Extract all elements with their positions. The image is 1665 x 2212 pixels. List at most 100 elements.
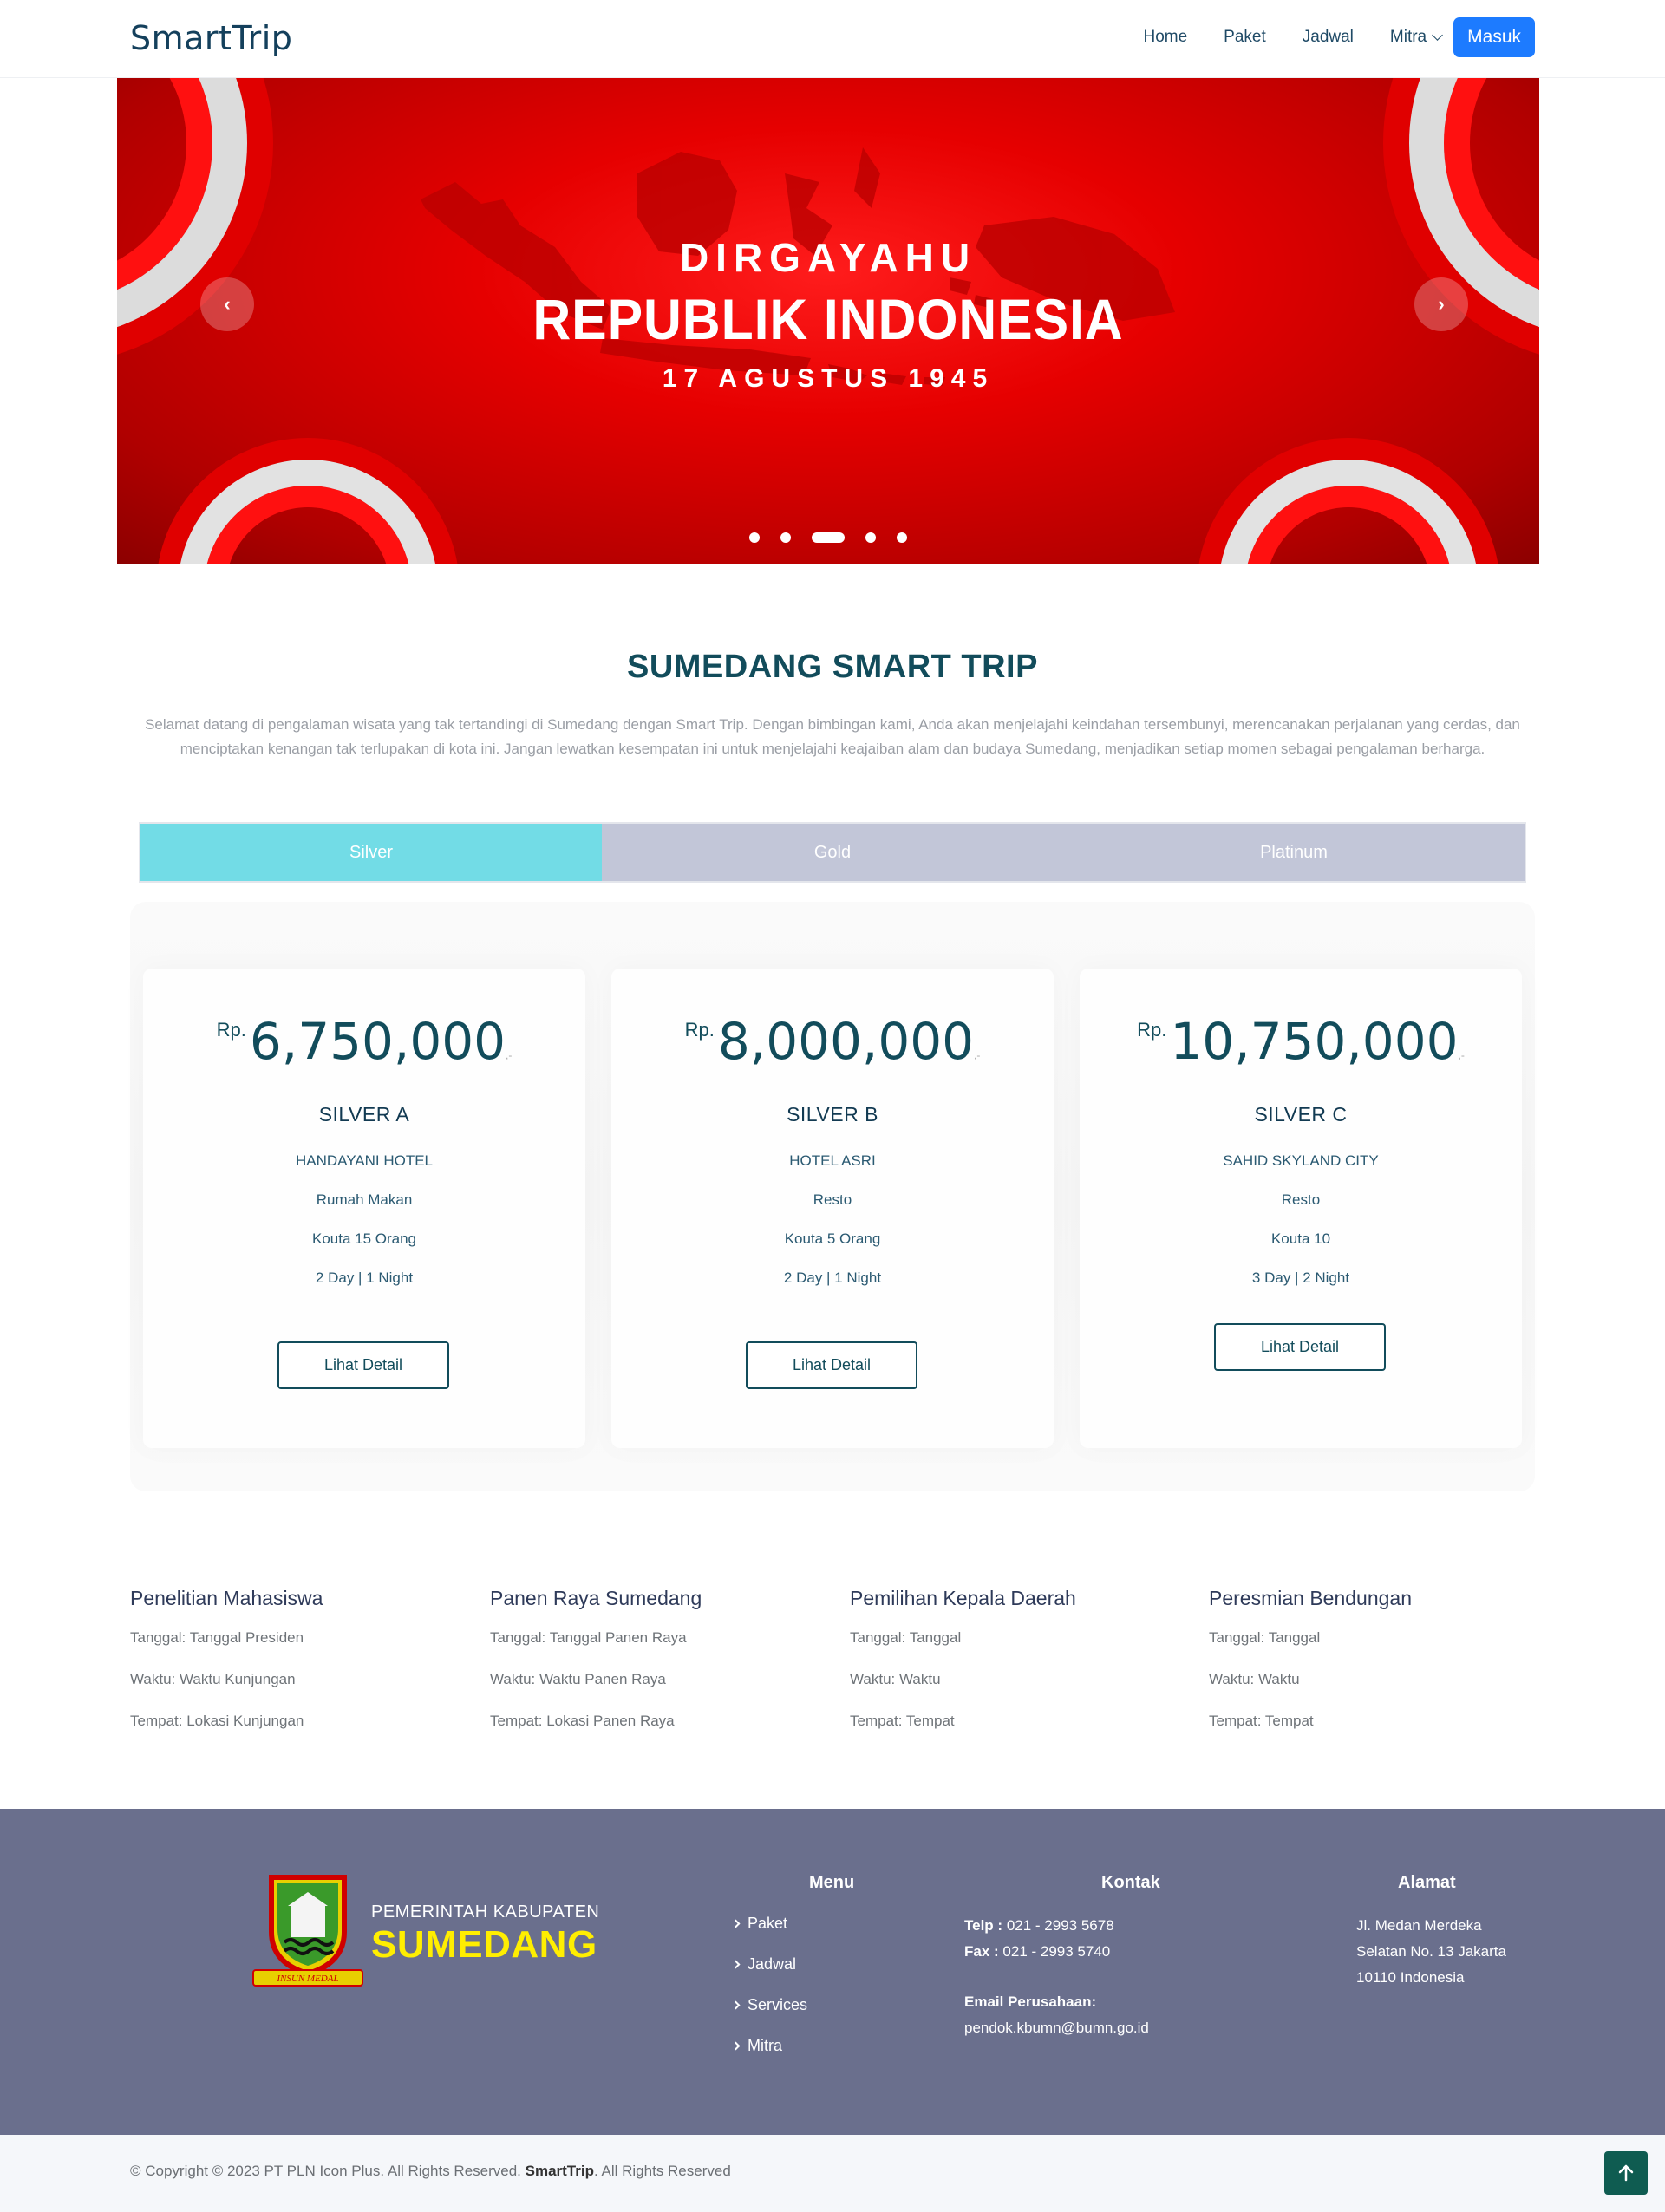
chevron-right-icon xyxy=(731,1919,741,1928)
package-duration: 3 Day | 2 Night xyxy=(1251,1269,1350,1286)
copyright-text: © Copyright © 2023 PT PLN Icon Plus. All… xyxy=(130,2163,731,2180)
footer-link-label: Jadwal xyxy=(748,1955,797,1973)
email-label: Email Perusahaan: xyxy=(964,1993,1097,2010)
package-hotel: SAHID SKYLAND CITY xyxy=(1223,1152,1379,1169)
nav-home[interactable]: Home xyxy=(1143,28,1187,47)
copyright-suffix: . All Rights Reserved xyxy=(593,2163,731,2179)
package-hotel: HANDAYANI HOTEL xyxy=(295,1152,434,1169)
footer-menu-title: Menu xyxy=(809,1873,855,1892)
footer-address: Jl. Medan Merdeka Selatan No. 13 Jakarta… xyxy=(1356,1913,1506,1991)
price-suffix: ,- xyxy=(974,1049,981,1061)
footer-brand-line-2: SUMEDANG xyxy=(371,1923,597,1966)
hero-line-1: DIRGAYAHU xyxy=(679,235,977,280)
arrow-up-icon xyxy=(1618,2164,1634,2182)
package-card-silver-b: Rp.8,000,000,- SILVER B HOTEL ASRI Resto… xyxy=(611,969,1054,1448)
hero-carousel: DIRGAYAHU REPUBLIK INDONESIA 17 AGUSTUS … xyxy=(117,78,1539,564)
section-title: SUMEDANG SMART TRIP xyxy=(627,649,1038,685)
detail-button[interactable]: Lihat Detail xyxy=(278,1341,449,1389)
package-price: Rp.8,000,000,- xyxy=(611,1012,1054,1071)
schedule-title: Peresmian Bendungan xyxy=(1209,1587,1412,1609)
price-currency: Rp. xyxy=(216,1019,246,1041)
nav-mitra-label: Mitra xyxy=(1389,28,1427,46)
footer-link-label: Mitra xyxy=(748,2037,782,2054)
schedule-place: Tempat: Tempat xyxy=(1209,1713,1314,1729)
schedule-time: Waktu: Waktu xyxy=(1209,1671,1300,1687)
section-description: Selamat datang di pengalaman wisata yang… xyxy=(145,716,1520,757)
chevron-down-icon xyxy=(1432,29,1444,41)
footer-contact-block: Telp : 021 - 2993 5678 Fax : 021 - 2993 … xyxy=(964,1913,1149,2041)
address-line-2: Selatan No. 13 Jakarta xyxy=(1356,1943,1506,1960)
phone-label: Telp : xyxy=(964,1917,1003,1934)
detail-button[interactable]: Lihat Detail xyxy=(746,1341,917,1389)
chevron-right-icon xyxy=(731,2041,741,2051)
footer-link-services[interactable]: Services xyxy=(731,1996,807,2014)
copyright-prefix: © Copyright © 2023 PT PLN Icon Plus. All… xyxy=(130,2163,521,2179)
fax-label: Fax : xyxy=(964,1943,999,1960)
package-card-silver-a: Rp.6,750,000,- SILVER A HANDAYANI HOTEL … xyxy=(143,969,585,1448)
price-amount: 8,000,000 xyxy=(717,1012,975,1071)
footer-link-paket[interactable]: Paket xyxy=(731,1915,788,1933)
carousel-indicators xyxy=(117,532,1539,543)
carousel-next-button[interactable]: › xyxy=(1414,277,1468,331)
address-line-3: 10110 Indonesia xyxy=(1356,1969,1465,1986)
carousel-prev-button[interactable]: ‹ xyxy=(200,277,254,331)
schedule-place: Tempat: Tempat xyxy=(850,1713,955,1729)
chevron-left-icon: ‹ xyxy=(224,293,231,315)
site-footer: INSUN MEDAL PEMERINTAH KABUPATEN SUMEDAN… xyxy=(0,1809,1665,2135)
package-name: SILVER A xyxy=(318,1103,410,1126)
price-currency: Rp. xyxy=(1137,1019,1167,1041)
schedule-item: Panen Raya Sumedang Tanggal: Tanggal Pan… xyxy=(490,1587,837,1754)
carousel-dot[interactable] xyxy=(865,532,876,543)
price-amount: 6,750,000 xyxy=(249,1012,506,1071)
schedule-time: Waktu: Waktu Panen Raya xyxy=(490,1671,666,1687)
schedule-item: Peresmian Bendungan Tanggal: Tanggal Wak… xyxy=(1209,1587,1556,1754)
nav-jadwal[interactable]: Jadwal xyxy=(1303,28,1354,47)
emblem-motto: INSUN MEDAL xyxy=(276,1974,338,1984)
nav-mitra-dropdown[interactable]: Mitra xyxy=(1389,28,1444,47)
schedule-item: Penelitian Mahasiswa Tanggal: Tanggal Pr… xyxy=(130,1587,477,1754)
schedule-time: Waktu: Waktu xyxy=(850,1671,941,1687)
phone-number[interactable]: 021 - 2993 5678 xyxy=(1007,1917,1114,1934)
schedule-place: Tempat: Lokasi Panen Raya xyxy=(490,1713,675,1729)
carousel-dot[interactable] xyxy=(749,532,760,543)
hero-line-2: REPUBLIK INDONESIA xyxy=(532,287,1124,351)
carousel-dot[interactable] xyxy=(780,532,791,543)
carousel-dot-active[interactable] xyxy=(812,532,845,543)
schedule-date: Tanggal: Tanggal Panen Raya xyxy=(490,1629,687,1646)
package-quota: Kouta 10 xyxy=(1270,1230,1331,1247)
tab-platinum[interactable]: Platinum xyxy=(1063,824,1525,881)
package-price: Rp.6,750,000,- xyxy=(143,1012,585,1071)
package-food: Resto xyxy=(1281,1191,1321,1208)
package-quota: Kouta 5 Orang xyxy=(784,1230,881,1247)
package-hotel: HOTEL ASRI xyxy=(789,1152,876,1169)
package-name: SILVER C xyxy=(1254,1103,1348,1126)
package-duration: 2 Day | 1 Night xyxy=(315,1269,414,1286)
package-name: SILVER B xyxy=(787,1103,878,1126)
main-nav: Home Paket Jadwal Mitra Masuk xyxy=(1107,17,1535,57)
carousel-dot[interactable] xyxy=(897,532,907,543)
detail-button[interactable]: Lihat Detail xyxy=(1214,1323,1386,1371)
back-to-top-button[interactable] xyxy=(1604,2151,1648,2195)
chevron-right-icon xyxy=(731,1960,741,1969)
tab-silver[interactable]: Silver xyxy=(140,824,602,881)
email-address[interactable]: pendok.kbumn@bumn.go.id xyxy=(964,2015,1149,2041)
hero-line-3: 17 AGUSTUS 1945 xyxy=(662,364,995,393)
schedule-time: Waktu: Waktu Kunjungan xyxy=(130,1671,296,1687)
schedule-title: Panen Raya Sumedang xyxy=(490,1587,702,1609)
footer-link-mitra[interactable]: Mitra xyxy=(731,2037,782,2055)
copyright-bar: © Copyright © 2023 PT PLN Icon Plus. All… xyxy=(0,2135,1665,2212)
price-currency: Rp. xyxy=(684,1019,715,1041)
package-price: Rp.10,750,000,- xyxy=(1080,1012,1522,1071)
sumedang-emblem-logo: INSUN MEDAL xyxy=(252,1875,363,1987)
schedule-title: Penelitian Mahasiswa xyxy=(130,1587,323,1609)
address-line-1: Jl. Medan Merdeka xyxy=(1356,1917,1482,1934)
footer-contact-title: Kontak xyxy=(1101,1873,1160,1892)
footer-link-label: Paket xyxy=(748,1915,788,1932)
nav-paket[interactable]: Paket xyxy=(1224,28,1266,47)
site-logo[interactable]: SmartTrip xyxy=(130,19,292,57)
tab-gold[interactable]: Gold xyxy=(602,824,1063,881)
footer-link-jadwal[interactable]: Jadwal xyxy=(731,1955,797,1974)
login-button[interactable]: Masuk xyxy=(1453,17,1535,57)
price-amount: 10,750,000 xyxy=(1170,1012,1459,1071)
package-tabs: Silver Gold Platinum xyxy=(139,822,1526,883)
